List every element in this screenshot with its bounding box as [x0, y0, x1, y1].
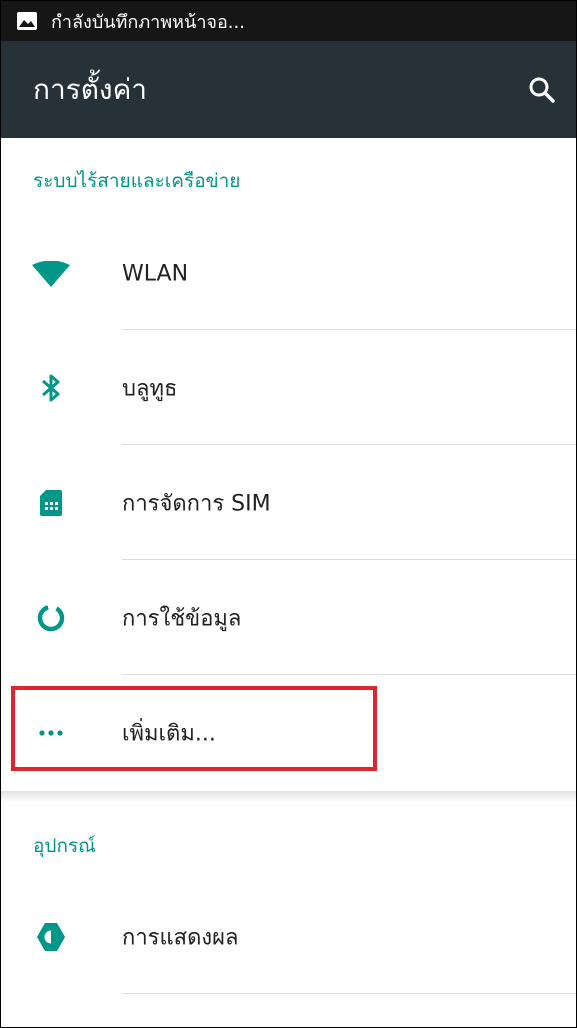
toolbar: การตั้งค่า — [1, 41, 576, 138]
settings-item-data-usage[interactable]: การใช้ข้อมูล — [1, 560, 576, 675]
image-icon — [15, 9, 39, 33]
sim-card-icon — [31, 483, 71, 523]
data-usage-icon — [31, 598, 71, 638]
settings-item-wlan[interactable]: WLAN — [1, 216, 576, 331]
page-title: การตั้งค่า — [33, 72, 148, 106]
settings-item-label: การจัดการ SIM — [122, 491, 271, 516]
settings-item-bluetooth[interactable]: บลูทูธ — [1, 330, 576, 445]
settings-item-label: เพิ่มเติม... — [122, 721, 216, 746]
wifi-icon — [31, 254, 71, 294]
settings-screen: กำลังบันทึกภาพหน้าจอ... การตั้งค่า ระบบไ… — [0, 0, 577, 1028]
status-text: กำลังบันทึกภาพหน้าจอ... — [51, 11, 245, 33]
settings-item-more[interactable]: เพิ่มเติม... — [1, 675, 576, 790]
divider — [122, 993, 576, 994]
section-header-wireless: ระบบไร้สายและเครือข่าย — [33, 170, 241, 192]
settings-item-label: การแสดงผล — [122, 925, 239, 950]
section-header-device: อุปกรณ์ — [33, 835, 96, 857]
settings-item-label: WLAN — [122, 261, 189, 286]
bluetooth-icon — [31, 368, 71, 408]
more-icon — [31, 713, 71, 753]
brightness-icon — [31, 917, 71, 957]
search-icon[interactable] — [522, 70, 562, 110]
settings-item-label: บลูทูธ — [122, 376, 178, 401]
settings-item-sim[interactable]: การจัดการ SIM — [1, 445, 576, 560]
section-separator — [1, 791, 576, 803]
status-bar: กำลังบันทึกภาพหน้าจอ... — [1, 1, 576, 41]
settings-item-label: การใช้ข้อมูล — [122, 606, 242, 631]
settings-item-display[interactable]: การแสดงผล — [1, 879, 576, 994]
